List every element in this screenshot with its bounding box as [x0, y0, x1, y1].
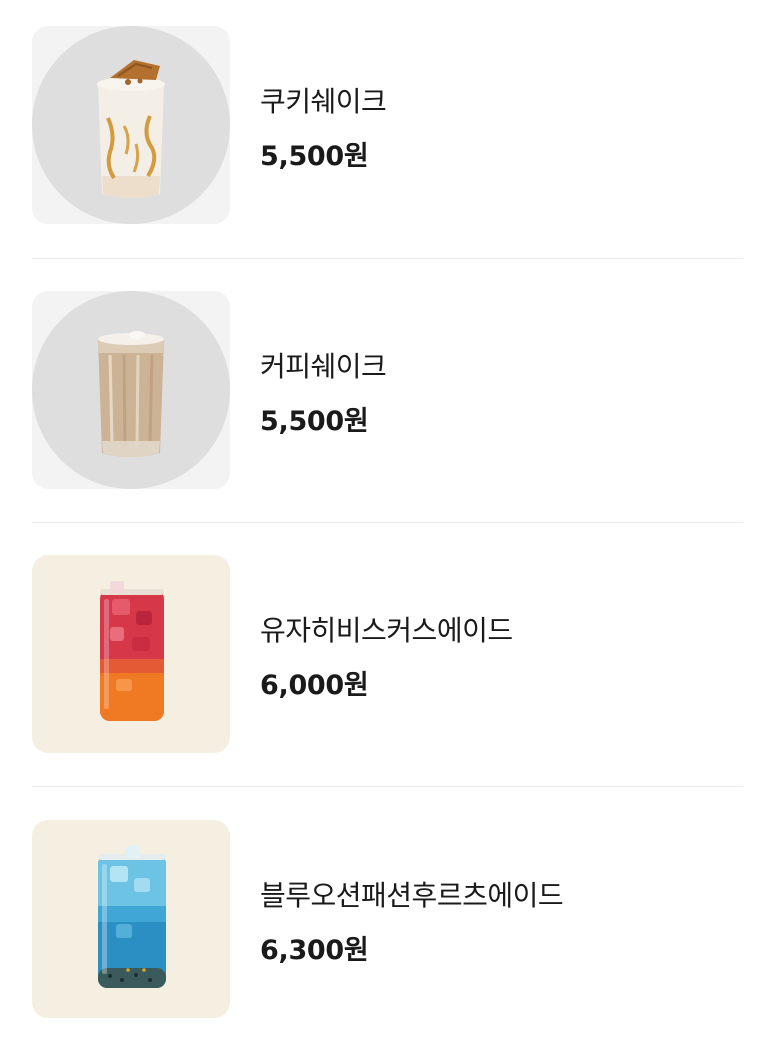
divider: [32, 522, 743, 523]
divider: [32, 786, 743, 787]
item-name: 블루오션패션후르츠에이드: [260, 879, 564, 912]
blue-ocean-passionfruit-ade-image: [32, 820, 230, 1018]
item-name: 커피쉐이크: [260, 350, 387, 383]
menu-item-blue-ocean-passionfruit-ade[interactable]: 블루오션패션후르츠에이드 6,300원: [32, 820, 743, 1020]
menu-item-coffee-shake[interactable]: 커피쉐이크 5,500원: [32, 291, 743, 491]
menu-list: 쿠키쉐이크 5,500원 커피쉐이크 5,500원 유자히비스커스에이드 6,0…: [0, 0, 773, 1042]
item-name: 쿠키쉐이크: [260, 85, 387, 118]
item-name: 유자히비스커스에이드: [260, 614, 513, 647]
cookie-shake-image: [32, 26, 230, 224]
coffee-shake-image: [32, 291, 230, 489]
yuja-hibiscus-ade-photo: [32, 555, 230, 753]
yuja-hibiscus-ade-image: [32, 555, 230, 753]
item-price: 5,500원: [260, 406, 369, 437]
item-price: 5,500원: [260, 141, 369, 172]
menu-item-cookie-shake[interactable]: 쿠키쉐이크 5,500원: [32, 26, 743, 226]
menu-item-yuja-hibiscus-ade[interactable]: 유자히비스커스에이드 6,000원: [32, 555, 743, 755]
coffee-shake-photo: [32, 291, 230, 489]
divider: [32, 258, 743, 259]
cookie-shake-photo: [32, 26, 230, 224]
blue-ocean-passionfruit-ade-photo: [32, 820, 230, 1018]
item-price: 6,300원: [260, 935, 369, 966]
item-price: 6,000원: [260, 670, 369, 701]
